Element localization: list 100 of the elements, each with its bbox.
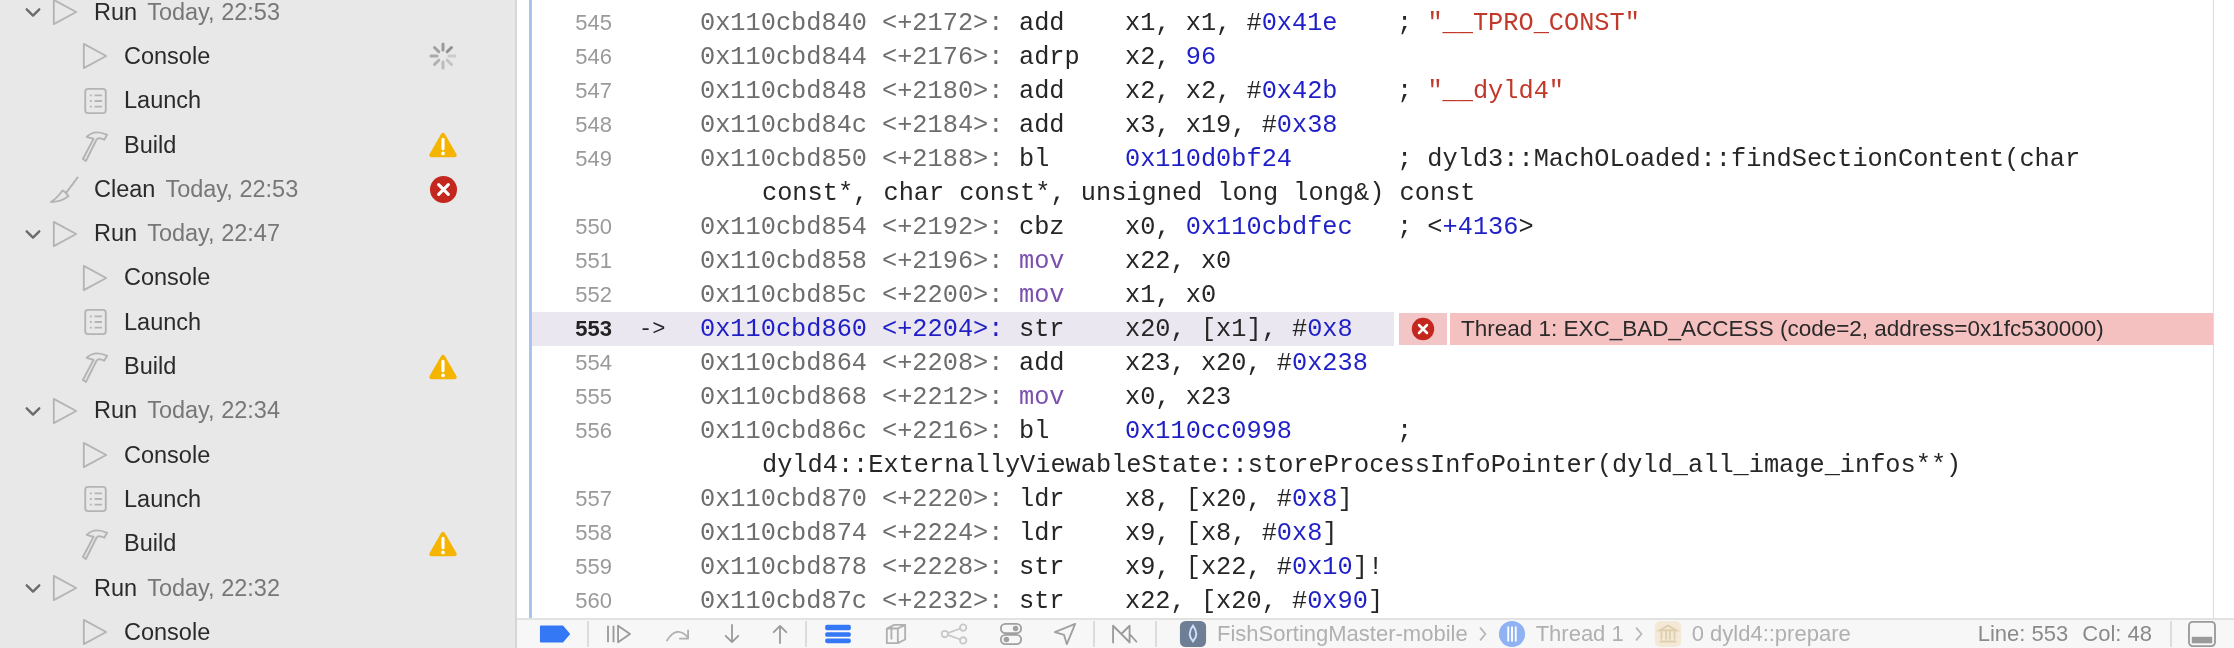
- program-counter-arrow: ->: [639, 316, 667, 342]
- continue-icon[interactable]: [605, 623, 633, 645]
- line-number: 546: [574, 44, 612, 70]
- play-icon: [51, 396, 79, 425]
- instruction-address: 0x110cbd868: [700, 382, 868, 412]
- opcode: bl: [1019, 144, 1051, 174]
- column-number-status: Col: 48: [2082, 621, 2152, 647]
- instruction-offset: <+2208>:: [882, 348, 1005, 378]
- instruction-address: 0x110cbd85c: [700, 280, 868, 310]
- instruction-offset: <+2200>:: [882, 280, 1005, 310]
- operands: x2, 96: [1125, 42, 1217, 72]
- operands: x8, [x20, #0x8]: [1125, 484, 1353, 514]
- log-item-label[interactable]: Console: [124, 441, 211, 469]
- play-icon: [81, 441, 109, 470]
- code-comment: ; "__TPRO_CONST": [1397, 8, 1640, 38]
- down-arrow-icon[interactable]: [723, 623, 741, 645]
- line-number: 558: [574, 520, 612, 546]
- opcode: str: [1019, 586, 1066, 616]
- hammer-icon: [80, 128, 110, 162]
- list-document-icon: [82, 485, 108, 514]
- log-item-label[interactable]: Build: [124, 131, 177, 159]
- operands: x0, 0x110cbdfec: [1125, 212, 1353, 242]
- toggles-icon[interactable]: [999, 622, 1023, 646]
- log-item-time: Today, 22:47: [147, 220, 280, 248]
- boxes-icon[interactable]: [883, 623, 909, 645]
- code-comment: ; "__dyld4": [1397, 76, 1564, 106]
- frames-icon[interactable]: [1111, 623, 1139, 645]
- node-graph-icon[interactable]: [939, 623, 969, 645]
- operands: x9, [x8, #0x8]: [1125, 518, 1338, 548]
- broom-icon: [48, 174, 82, 204]
- opcode: str: [1019, 552, 1066, 582]
- log-item-label[interactable]: Run: [94, 0, 138, 26]
- log-item-label[interactable]: Console: [124, 264, 211, 292]
- log-item-label[interactable]: Launch: [124, 485, 202, 513]
- operands: x23, x20, #0x238: [1125, 348, 1368, 378]
- log-item-label[interactable]: Run: [94, 220, 138, 248]
- instruction-offset: <+2204>:: [882, 314, 1005, 344]
- log-item-label[interactable]: Console: [124, 42, 211, 70]
- operands: x3, x19, #0x38: [1125, 110, 1338, 140]
- instruction-address: 0x110cbd87c: [700, 586, 868, 616]
- instruction-offset: <+2184>:: [882, 110, 1005, 140]
- opcode: mov: [1019, 382, 1066, 412]
- opcode: add: [1019, 8, 1066, 38]
- log-item-label[interactable]: Launch: [124, 308, 202, 336]
- log-item-label[interactable]: Build: [124, 530, 177, 558]
- log-item-label[interactable]: Console: [124, 618, 211, 646]
- instruction-offset: <+2220>:: [882, 484, 1005, 514]
- instruction-address: 0x110cbd858: [700, 246, 868, 276]
- instruction-offset: <+2224>:: [882, 518, 1005, 548]
- instruction-offset: <+2216>:: [882, 416, 1005, 446]
- play-icon: [81, 42, 109, 71]
- opcode: add: [1019, 76, 1066, 106]
- line-number: 559: [574, 554, 612, 580]
- up-arrow-icon[interactable]: [771, 623, 789, 645]
- instruction-address: 0x110cbd854: [700, 212, 868, 242]
- log-item-label[interactable]: Build: [124, 353, 177, 380]
- play-icon: [81, 618, 109, 647]
- log-item-label[interactable]: Run: [94, 574, 138, 602]
- breakpoint-icon[interactable]: [539, 624, 571, 644]
- log-item-label[interactable]: Run: [94, 397, 138, 425]
- operands: x2, x2, #0x42b: [1125, 76, 1338, 106]
- location-arrow-icon[interactable]: [1053, 622, 1077, 646]
- instruction-address: 0x110cbd840: [700, 8, 868, 38]
- log-item-time: Today, 22:34: [147, 397, 280, 425]
- instruction-address: 0x110cbd878: [700, 552, 868, 582]
- code-comment: const*, char const*, unsigned long long&) const: [762, 178, 1476, 208]
- line-number-status: Line: 553: [1977, 621, 2069, 647]
- hammer-icon: [80, 350, 110, 383]
- log-item-label[interactable]: Launch: [124, 87, 202, 115]
- list-document-icon: [82, 86, 108, 115]
- log-item-time: Today, 22:32: [147, 574, 280, 602]
- code-comment: ;: [1397, 416, 1413, 446]
- instruction-address: 0x110cbd864: [700, 348, 868, 378]
- instruction-address: 0x110cbd86c: [700, 416, 868, 446]
- instruction-offset: <+2196>:: [882, 246, 1005, 276]
- operands: x20, [x1], #0x8: [1125, 314, 1353, 344]
- opcode: add: [1019, 348, 1066, 378]
- line-number: 557: [574, 486, 612, 512]
- stacked-layers-icon[interactable]: [823, 623, 853, 645]
- panel-toggle-icon[interactable]: [2188, 621, 2216, 647]
- opcode: bl: [1019, 416, 1051, 446]
- chevron-icon: [1477, 625, 1488, 643]
- list-document-icon: [82, 308, 108, 337]
- operands: x1, x1, #0x41e: [1125, 8, 1338, 38]
- opcode: mov: [1019, 246, 1066, 276]
- operands: 0x110cc0998: [1125, 416, 1292, 446]
- instruction-address: 0x110cbd848: [700, 76, 868, 106]
- play-icon: [51, 574, 79, 602]
- opcode: adrp: [1019, 42, 1081, 72]
- error-message: Thread 1: EXC_BAD_ACCESS (code=2, address=0x1fc530000): [1450, 313, 2213, 345]
- log-item-time: Today, 22:53: [147, 0, 280, 26]
- operands: x1, x0: [1125, 280, 1217, 310]
- log-item-label[interactable]: Clean: [94, 175, 156, 203]
- instruction-address: 0x110cbd860: [700, 314, 868, 344]
- line-number: 554: [574, 350, 612, 376]
- play-icon: [51, 219, 79, 248]
- instruction-address: 0x110cbd844: [700, 42, 868, 72]
- app-icon: [1179, 620, 1207, 648]
- opcode: ldr: [1019, 484, 1066, 514]
- instruction-address: 0x110cbd874: [700, 518, 868, 548]
